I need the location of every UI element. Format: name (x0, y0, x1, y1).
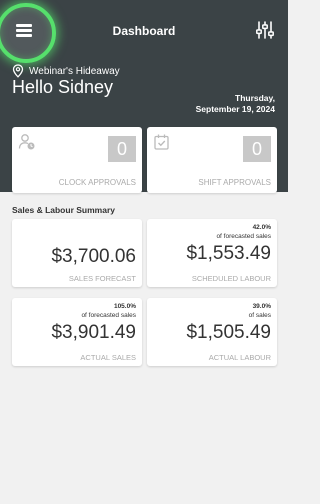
actual-sales-percent: 105.0% of forecasted sales (81, 302, 136, 320)
scheduled-labour-value: $1,553.49 (186, 243, 271, 264)
calendar-check-icon (154, 134, 169, 150)
current-date: Thursday, September 19, 2024 (196, 93, 275, 115)
actual-sales-pct-caption: of forecasted sales (81, 312, 136, 319)
location-name: Webinar's Hideaway (29, 65, 120, 77)
actual-labour-pct-value: 39.0% (252, 303, 271, 310)
actual-sales-pct-value: 105.0% (113, 303, 136, 310)
shift-approvals-card[interactable]: 0 Shift Approvals (147, 127, 277, 193)
sales-forecast-card[interactable]: $3,700.06 Sales Forecast (12, 219, 142, 287)
sales-forecast-value: $3,700.06 (51, 246, 136, 267)
shift-approvals-label: Shift Approvals (198, 178, 271, 187)
scheduled-labour-pct-caption: of forecasted sales (216, 233, 271, 240)
clock-approvals-card[interactable]: 0 Clock Approvals (12, 127, 142, 193)
greeting: Hello Sidney (12, 77, 114, 97)
shift-approvals-count: 0 (243, 136, 271, 162)
actual-labour-value: $1,505.49 (186, 322, 271, 343)
clock-approvals-count: 0 (108, 136, 136, 162)
actual-sales-value: $3,901.49 (51, 322, 136, 343)
section-title: Sales & Labour Summary (12, 205, 115, 215)
actual-sales-card[interactable]: 105.0% of forecasted sales $3,901.49 Act… (12, 298, 142, 366)
actual-sales-label: Actual Sales (80, 353, 136, 362)
sales-forecast-label: Sales Forecast (68, 274, 136, 283)
top-bar: Dashboard (0, 0, 288, 63)
actual-labour-percent: 39.0% of sales (249, 302, 271, 320)
scheduled-labour-pct-value: 42.0% (252, 224, 271, 231)
actual-labour-label: Actual Labour (208, 353, 271, 362)
scheduled-labour-percent: 42.0% of forecasted sales (216, 223, 271, 241)
user-clock-icon (18, 134, 35, 150)
date-weekday: Thursday, (235, 93, 275, 103)
map-pin-icon (12, 64, 24, 78)
scheduled-labour-label: Scheduled Labour (191, 274, 271, 283)
clock-approvals-label: Clock Approvals (58, 178, 136, 187)
date-full: September 19, 2024 (195, 104, 275, 114)
location-selector[interactable]: Webinar's Hideaway (12, 64, 120, 78)
actual-labour-pct-caption: of sales (248, 312, 271, 319)
scheduled-labour-card[interactable]: 42.0% of forecasted sales $1,553.49 Sche… (147, 219, 277, 287)
filter-settings-button[interactable] (256, 20, 274, 40)
page-title: Dashboard (112, 24, 176, 38)
sliders-icon (256, 21, 274, 39)
actual-labour-card[interactable]: 39.0% of sales $1,505.49 Actual Labour (147, 298, 277, 366)
